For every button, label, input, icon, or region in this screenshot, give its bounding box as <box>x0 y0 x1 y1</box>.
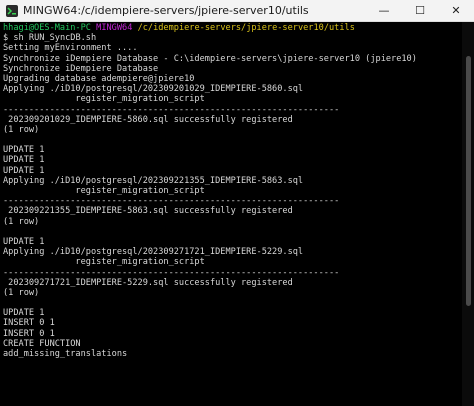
prompt-user-host: hhagi@OES-Main-PC <box>3 23 91 33</box>
terminal-window: MINGW64:/c/idempiere-servers/jpiere-serv… <box>0 0 474 406</box>
output-line: ----------------------------------------… <box>3 196 340 207</box>
prompt-path: /c/idempiere-servers/jpiere-server10/uti… <box>137 23 355 33</box>
prompt-symbol: $ <box>3 33 9 44</box>
output-line: Synchronize iDempiere Database - C:\idem… <box>3 53 417 64</box>
vertical-scrollbar[interactable] <box>462 22 474 406</box>
output-line: register_migration_script <box>3 257 205 268</box>
window-title: MINGW64:/c/idempiere-servers/jpiere-serv… <box>23 4 309 17</box>
prompt-env: MINGW64 <box>96 23 133 33</box>
command-text: sh RUN_SyncDB.sh <box>13 33 97 44</box>
output-line: UPDATE 1 <box>3 308 45 319</box>
output-line: INSERT 0 1 <box>3 318 55 329</box>
output-line: register_migration_script <box>3 94 205 105</box>
maximize-button[interactable]: ☐ <box>402 0 438 22</box>
output-line: Applying ./iD10/postgresql/202309201029_… <box>3 84 304 95</box>
output-line: UPDATE 1 <box>3 236 45 247</box>
minimize-button[interactable]: — <box>366 0 402 22</box>
mingw-app-icon <box>6 4 18 17</box>
output-line: CREATE FUNCTION <box>3 338 81 349</box>
terminal-output[interactable]: hhagi@OES-Main-PC MINGW64 /c/idempiere-s… <box>0 22 462 406</box>
output-line: UPDATE 1 <box>3 145 45 156</box>
output-line: ----------------------------------------… <box>3 104 340 115</box>
output-line: 202309221355_IDEMPIERE-5863.sql successf… <box>3 206 293 217</box>
output-line: UPDATE 1 <box>3 155 45 166</box>
output-line: 202309201029_IDEMPIERE-5860.sql successf… <box>3 114 293 125</box>
command-line: $ sh RUN_SyncDB.sh <box>3 33 462 43</box>
output-line: add_missing_translations <box>3 349 128 359</box>
output-line: Upgrading database adempiere@jpiere10 <box>3 73 195 84</box>
output-line: (1 row) <box>3 124 40 135</box>
output-line: 202309271721_IDEMPIERE-5229.sql successf… <box>3 277 293 288</box>
output-line: UPDATE 1 <box>3 165 45 176</box>
close-button[interactable]: ✕ <box>438 0 474 22</box>
output-line: Applying ./iD10/postgresql/202309221355_… <box>3 175 304 186</box>
output-line: Applying ./iD10/postgresql/202309271721_… <box>3 247 304 258</box>
prompt-line: hhagi@OES-Main-PC MINGW64 /c/idempiere-s… <box>3 23 462 33</box>
title-bar[interactable]: MINGW64:/c/idempiere-servers/jpiere-serv… <box>0 0 474 22</box>
output-line: Synchronize iDempiere Database <box>3 63 159 74</box>
output-lines: Setting myEnvironment .... Synchronize i… <box>3 43 462 359</box>
output-line: (1 row) <box>3 216 40 227</box>
output-line: INSERT 0 1 <box>3 328 55 339</box>
scrollbar-thumb[interactable] <box>466 56 471 306</box>
output-line: ----------------------------------------… <box>3 267 340 278</box>
output-line: (1 row) <box>3 287 40 298</box>
output-line: register_migration_script <box>3 186 205 196</box>
output-line: Setting myEnvironment .... <box>3 43 138 54</box>
